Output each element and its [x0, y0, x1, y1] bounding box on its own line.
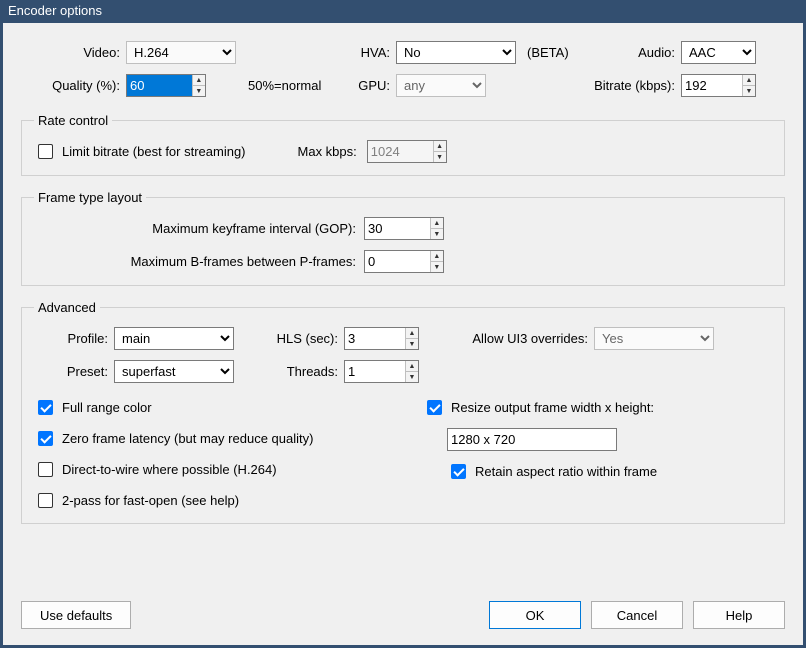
gop-label: Maximum keyframe interval (GOP):	[34, 221, 364, 236]
full-range-label: Full range color	[62, 400, 152, 415]
chevron-up-icon[interactable]: ▲	[743, 75, 755, 86]
limit-bitrate-label: Limit bitrate (best for streaming)	[62, 144, 246, 159]
bitrate-spinner[interactable]: ▲▼	[681, 74, 756, 97]
resize-check[interactable]: Resize output frame width x height:	[423, 397, 772, 418]
resize-checkbox[interactable]	[427, 400, 442, 415]
titlebar: Encoder options	[0, 0, 806, 23]
spinner-arrows[interactable]: ▲▼	[192, 75, 205, 96]
chevron-up-icon[interactable]: ▲	[406, 328, 418, 339]
use-defaults-button[interactable]: Use defaults	[21, 601, 131, 629]
retain-aspect-label: Retain aspect ratio within frame	[475, 464, 657, 479]
resize-input[interactable]	[447, 428, 617, 451]
spinner-arrows[interactable]: ▲▼	[433, 141, 446, 162]
frame-type-group: Frame type layout Maximum keyframe inter…	[21, 190, 785, 286]
preset-label: Preset:	[34, 364, 114, 379]
gop-input[interactable]	[365, 218, 430, 239]
bitrate-input[interactable]	[682, 75, 742, 96]
chevron-down-icon[interactable]: ▼	[406, 372, 418, 382]
advanced-right-column: Resize output frame width x height: Reta…	[423, 397, 772, 511]
gpu-label: GPU:	[336, 78, 396, 93]
bframes-input[interactable]	[365, 251, 430, 272]
two-pass-check[interactable]: 2-pass for fast-open (see help)	[34, 490, 383, 511]
client-area: Video: H.264 HVA: No (BETA) Audio: AAC Q…	[3, 23, 803, 645]
allow-ui3-select[interactable]: Yes	[594, 327, 714, 350]
hva-label: HVA:	[336, 45, 396, 60]
profile-label: Profile:	[34, 331, 114, 346]
window-title: Encoder options	[8, 3, 102, 18]
chevron-down-icon[interactable]: ▼	[431, 262, 443, 272]
profile-select[interactable]: main	[114, 327, 234, 350]
rate-control-legend: Rate control	[34, 113, 112, 128]
spinner-arrows[interactable]: ▲▼	[405, 328, 418, 349]
cancel-button[interactable]: Cancel	[591, 601, 683, 629]
chevron-down-icon[interactable]: ▼	[406, 339, 418, 349]
quality-label: Quality (%):	[21, 78, 126, 93]
chevron-down-icon[interactable]: ▼	[431, 229, 443, 239]
hva-select[interactable]: No	[396, 41, 516, 64]
bframes-label: Maximum B-frames between P-frames:	[34, 254, 364, 269]
direct-wire-checkbox[interactable]	[38, 462, 53, 477]
ok-button[interactable]: OK	[489, 601, 581, 629]
preset-select[interactable]: superfast	[114, 360, 234, 383]
chevron-up-icon[interactable]: ▲	[406, 361, 418, 372]
hls-input[interactable]	[345, 328, 405, 349]
top-settings: Video: H.264 HVA: No (BETA) Audio: AAC Q…	[21, 41, 785, 97]
audio-select[interactable]: AAC	[681, 41, 756, 64]
zero-latency-check[interactable]: Zero frame latency (but may reduce quali…	[34, 428, 383, 449]
direct-wire-label: Direct-to-wire where possible (H.264)	[62, 462, 277, 477]
gpu-select[interactable]: any	[396, 74, 486, 97]
quality-input[interactable]	[127, 75, 192, 96]
zero-latency-checkbox[interactable]	[38, 431, 53, 446]
threads-input[interactable]	[345, 361, 405, 382]
chevron-up-icon[interactable]: ▲	[193, 75, 205, 86]
threads-spinner[interactable]: ▲▼	[344, 360, 419, 383]
chevron-down-icon[interactable]: ▼	[743, 86, 755, 96]
direct-wire-check[interactable]: Direct-to-wire where possible (H.264)	[34, 459, 383, 480]
zero-latency-label: Zero frame latency (but may reduce quali…	[62, 431, 313, 446]
quality-spinner[interactable]: ▲▼	[126, 74, 206, 97]
full-range-check[interactable]: Full range color	[34, 397, 383, 418]
maxkbps-input[interactable]	[368, 141, 433, 162]
maxkbps-spinner[interactable]: ▲▼	[367, 140, 447, 163]
hva-beta-note: (BETA)	[521, 45, 601, 60]
quality-note: 50%=normal	[246, 78, 336, 93]
spinner-arrows[interactable]: ▲▼	[405, 361, 418, 382]
limit-bitrate-checkbox[interactable]	[38, 144, 53, 159]
rate-control-group: Rate control Limit bitrate (best for str…	[21, 113, 785, 176]
chevron-up-icon[interactable]: ▲	[434, 141, 446, 152]
gop-spinner[interactable]: ▲▼	[364, 217, 444, 240]
maxkbps-label: Max kbps:	[298, 144, 357, 159]
chevron-down-icon[interactable]: ▼	[434, 152, 446, 162]
hls-label: HLS (sec):	[244, 331, 344, 346]
resize-label: Resize output frame width x height:	[451, 400, 654, 415]
advanced-group: Advanced Profile: main HLS (sec): ▲▼ All…	[21, 300, 785, 524]
bframes-spinner[interactable]: ▲▼	[364, 250, 444, 273]
retain-aspect-check[interactable]: Retain aspect ratio within frame	[447, 461, 772, 482]
spinner-arrows[interactable]: ▲▼	[430, 218, 443, 239]
button-bar: Use defaults OK Cancel Help	[21, 601, 785, 629]
two-pass-checkbox[interactable]	[38, 493, 53, 508]
full-range-checkbox[interactable]	[38, 400, 53, 415]
audio-label: Audio:	[601, 45, 681, 60]
spinner-arrows[interactable]: ▲▼	[430, 251, 443, 272]
allow-ui3-label: Allow UI3 overrides:	[424, 331, 594, 346]
two-pass-label: 2-pass for fast-open (see help)	[62, 493, 239, 508]
chevron-up-icon[interactable]: ▲	[431, 251, 443, 262]
frame-type-legend: Frame type layout	[34, 190, 146, 205]
video-label: Video:	[21, 45, 126, 60]
chevron-down-icon[interactable]: ▼	[193, 86, 205, 96]
video-select[interactable]: H.264	[126, 41, 236, 64]
hls-spinner[interactable]: ▲▼	[344, 327, 419, 350]
advanced-left-column: Full range color Zero frame latency (but…	[34, 397, 383, 511]
spinner-arrows[interactable]: ▲▼	[742, 75, 755, 96]
bitrate-label: Bitrate (kbps):	[571, 78, 681, 93]
chevron-up-icon[interactable]: ▲	[431, 218, 443, 229]
encoder-options-dialog: Encoder options Video: H.264 HVA: No (BE…	[0, 0, 806, 648]
threads-label: Threads:	[244, 364, 344, 379]
help-button[interactable]: Help	[693, 601, 785, 629]
retain-aspect-checkbox[interactable]	[451, 464, 466, 479]
advanced-legend: Advanced	[34, 300, 100, 315]
limit-bitrate-check[interactable]: Limit bitrate (best for streaming)	[34, 141, 246, 162]
